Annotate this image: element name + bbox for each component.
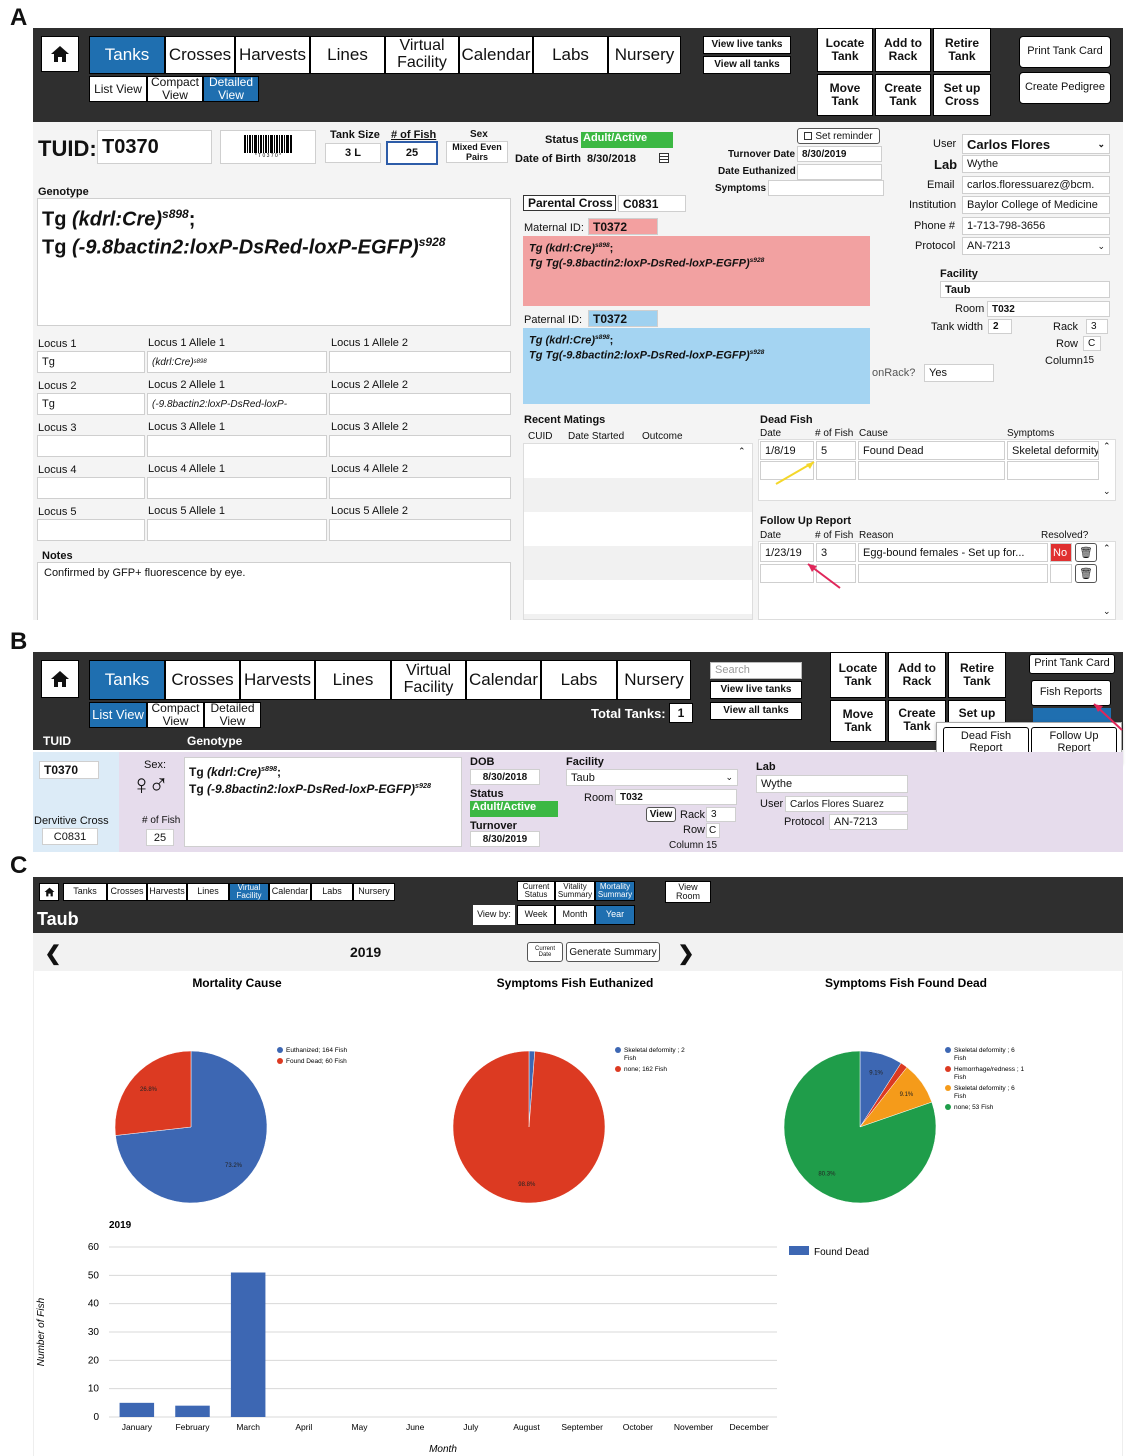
- legend-swatch: [945, 1085, 951, 1091]
- x-tick-label: September: [561, 1422, 603, 1432]
- legend-swatch: [615, 1047, 621, 1053]
- x-tick-label: July: [463, 1422, 479, 1432]
- y-tick-label: 50: [88, 1270, 100, 1281]
- pie-chart-title: Symptoms Fish Found Dead: [825, 976, 987, 990]
- legend-label: none; 162 Fish: [624, 1066, 667, 1073]
- pie-chart-title: Symptoms Fish Euthanized: [497, 976, 654, 990]
- x-axis-label: Month: [429, 1444, 457, 1455]
- legend-swatch: [277, 1047, 283, 1053]
- legend-label: Skeletal deformity ; 6: [954, 1047, 1015, 1054]
- legend-label: Fish: [954, 1074, 967, 1081]
- x-tick-label: November: [674, 1422, 713, 1432]
- x-tick-label: June: [406, 1422, 425, 1432]
- x-tick-label: May: [351, 1422, 368, 1432]
- legend-swatch: [615, 1066, 621, 1072]
- legend-label: Fish: [954, 1055, 967, 1062]
- y-tick-label: 0: [93, 1412, 99, 1423]
- bar: [175, 1405, 210, 1417]
- pie-chart-title: Mortality Cause: [192, 976, 282, 990]
- y-axis-label: Number of Fish: [36, 1297, 47, 1366]
- pie-percent-label: 26.8%: [140, 1087, 158, 1093]
- bar-chart-title: 2019: [109, 1220, 132, 1231]
- legend-label: Fish: [954, 1093, 967, 1100]
- bar: [119, 1402, 155, 1417]
- y-tick-label: 10: [88, 1384, 100, 1395]
- legend-label: Fish: [624, 1055, 637, 1062]
- legend-swatch: [945, 1047, 951, 1053]
- pie-slice: [114, 1050, 192, 1136]
- legend-label: Found Dead; 60 Fish: [286, 1058, 347, 1065]
- legend-label: Hemorrhage/redness ; 1: [954, 1066, 1024, 1073]
- pie-percent-label: 98.8%: [518, 1182, 536, 1188]
- legend-label: none; 53 Fish: [954, 1104, 994, 1111]
- x-tick-label: January: [122, 1422, 153, 1432]
- x-tick-label: April: [295, 1422, 312, 1432]
- bar: [230, 1272, 266, 1417]
- legend-swatch: [789, 1246, 809, 1255]
- y-tick-label: 40: [88, 1299, 100, 1310]
- pie-slice: [452, 1050, 606, 1204]
- x-tick-label: December: [730, 1422, 769, 1432]
- y-tick-label: 60: [88, 1242, 100, 1253]
- legend-swatch: [945, 1066, 951, 1072]
- pie-percent-label: 80.3%: [818, 1171, 836, 1177]
- pie-percent-label: 9.1%: [869, 1070, 883, 1076]
- x-tick-label: February: [175, 1422, 210, 1432]
- x-tick-label: March: [236, 1422, 260, 1432]
- legend-label: Skeletal deformity ; 2: [624, 1047, 685, 1054]
- legend-label: Euthanized; 164 Fish: [286, 1047, 347, 1054]
- x-tick-label: August: [513, 1422, 540, 1432]
- charts-svg: Mortality Cause 73.2% 26.8% Euthanized; 164…: [36, 976, 1024, 1455]
- legend-label: Found Dead: [814, 1247, 869, 1258]
- legend-swatch: [277, 1058, 283, 1064]
- y-tick-label: 30: [88, 1327, 100, 1338]
- y-tick-label: 20: [88, 1355, 100, 1366]
- pie-percent-label: 73.2%: [225, 1163, 243, 1169]
- legend-label: Skeletal deformity ; 6: [954, 1085, 1015, 1092]
- legend-swatch: [945, 1104, 951, 1110]
- pie-percent-label: 9.1%: [900, 1092, 914, 1098]
- x-tick-label: October: [623, 1422, 653, 1432]
